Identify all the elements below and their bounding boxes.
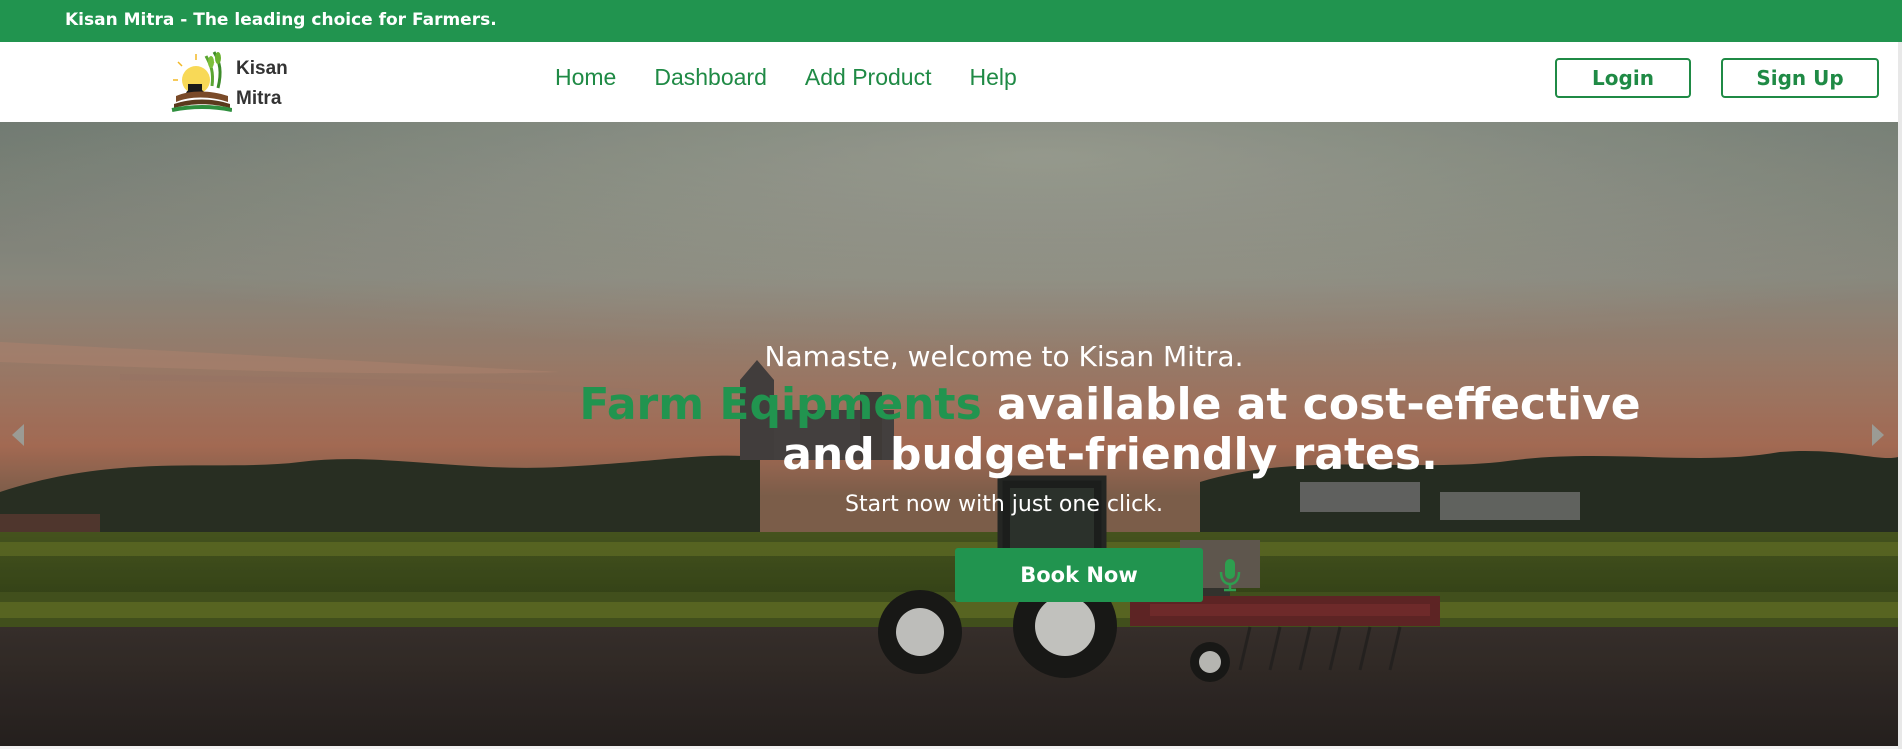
nav-link-help[interactable]: Help [969,64,1016,91]
hero-headline-accent: Farm Eqipments [579,379,982,430]
announcement-bar: Kisan Mitra - The leading choice for Far… [0,0,1902,42]
brand-name-line2: Mitra [236,88,282,109]
hero-subline: Start now with just one click. [844,492,1163,517]
nav-link-add-product[interactable]: Add Product [805,64,932,91]
nav-link-dashboard[interactable]: Dashboard [654,64,767,91]
announcement-text: Kisan Mitra - The leading choice for Far… [65,10,497,30]
carousel-next-icon[interactable] [1870,422,1886,448]
scrollbar-track[interactable] [1898,42,1902,749]
carousel-prev-icon[interactable] [10,422,26,448]
main-nav: Home Dashboard Add Product Help [555,64,1055,91]
hero-headline: Farm Eqipments available at cost-effecti… [560,380,1660,480]
hero-content: Namaste, welcome to Kisan Mitra. Farm Eq… [0,122,1898,746]
brand-name[interactable]: Kisan Mitra [236,54,316,114]
hero-greeting: Namaste, welcome to Kisan Mitra. [764,340,1244,373]
book-now-button[interactable]: Book Now [955,548,1203,602]
hero-carousel: Namaste, welcome to Kisan Mitra. Farm Eq… [0,122,1898,746]
kisan-mitra-logo-icon[interactable] [170,46,232,118]
navbar: Kisan Mitra Home Dashboard Add Product H… [0,42,1902,122]
brand-name-line1: Kisan [236,58,288,79]
microphone-icon[interactable] [1219,558,1241,592]
login-button[interactable]: Login [1555,58,1691,98]
nav-link-home[interactable]: Home [555,64,616,91]
signup-button[interactable]: Sign Up [1721,58,1879,98]
